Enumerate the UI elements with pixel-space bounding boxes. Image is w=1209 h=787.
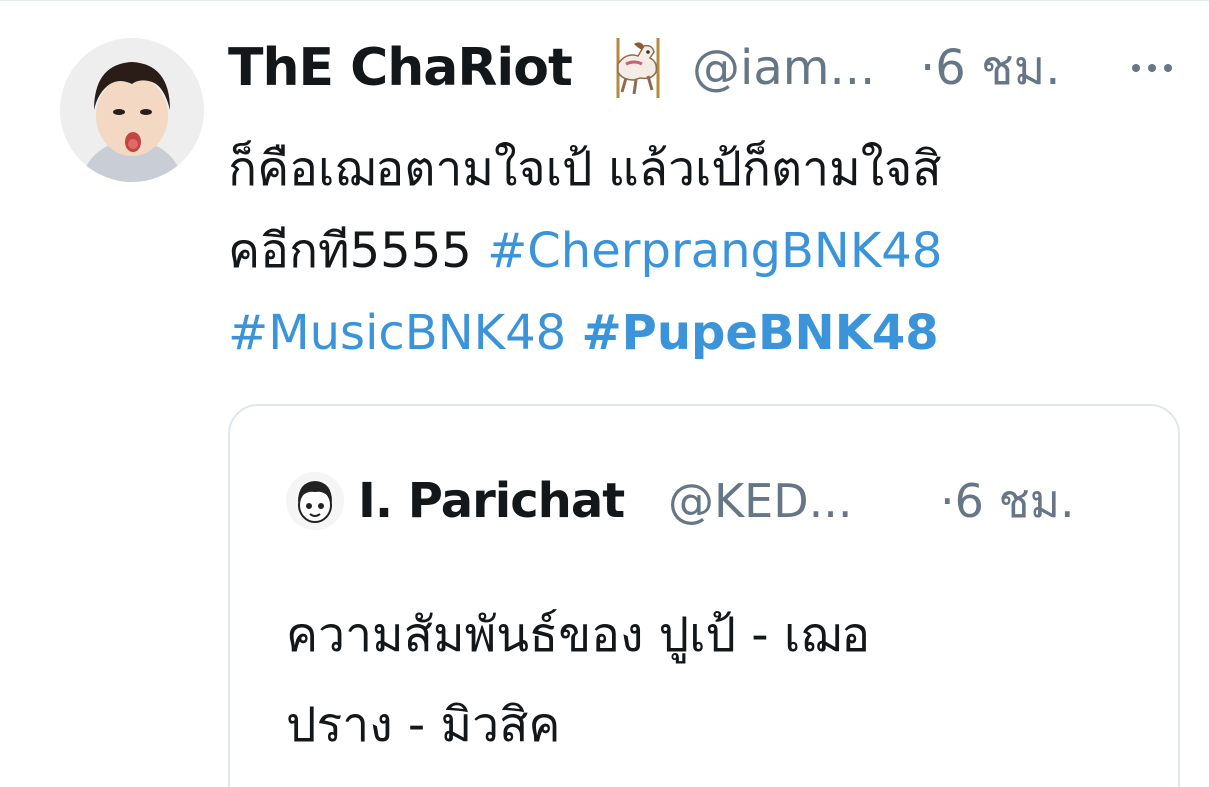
quote-user-handle[interactable]: @KED...	[668, 466, 853, 536]
cartoon-avatar-icon	[286, 472, 344, 530]
quote-text-line: ความสัมพันธ์ของ ปูเป้ - เฌอ	[286, 607, 871, 663]
top-divider	[0, 0, 1209, 1]
child-avatar-icon	[60, 38, 204, 182]
carousel-horse-icon	[604, 34, 672, 102]
hashtag-link[interactable]: #PupeBNK48	[581, 305, 938, 361]
tweet-header: ThE ChaRiot @iam... ·6 ชม.	[228, 30, 1178, 110]
quote-text-line: ปราง - มิวสิค	[286, 697, 561, 753]
tweet-text-line: #MusicBNK48 #PupeBNK48	[228, 292, 1178, 374]
quote-timestamp[interactable]: ·6 ชม.	[940, 466, 1075, 536]
avatar[interactable]	[60, 38, 204, 182]
hashtag-link[interactable]: #CherprangBNK48	[487, 223, 942, 279]
tweet-text: ก็คือเฌอตามใจเป้ แล้วเป้ก็ตามใจสิ คอีกที…	[228, 128, 1178, 374]
quote-avatar[interactable]	[286, 472, 344, 530]
quote-header: I. Parichat @KED... ·6 ชม.	[358, 466, 1158, 536]
quoted-tweet-card[interactable]: I. Parichat @KED... ·6 ชม. ความสัมพันธ์ข…	[228, 404, 1180, 787]
more-dots-icon[interactable]	[1130, 60, 1174, 76]
tweet-text-line: ก็คือเฌอตามใจเป้ แล้วเป้ก็ตามใจสิ	[228, 141, 942, 197]
quote-display-name[interactable]: I. Parichat	[358, 466, 625, 536]
tweet-text-fragment: คอีกที5555	[228, 223, 488, 279]
quote-text: ความสัมพันธ์ของ ปูเป้ - เฌอ ปราง - มิวสิ…	[286, 590, 1126, 770]
display-name[interactable]: ThE ChaRiot	[228, 30, 573, 106]
user-handle[interactable]: @iam...	[692, 30, 875, 106]
tweet-text-line: คอีกที5555 #CherprangBNK48	[228, 210, 1178, 292]
hashtag-link[interactable]: #MusicBNK48	[228, 305, 566, 361]
tweet-timestamp[interactable]: ·6 ชม.	[920, 30, 1061, 106]
